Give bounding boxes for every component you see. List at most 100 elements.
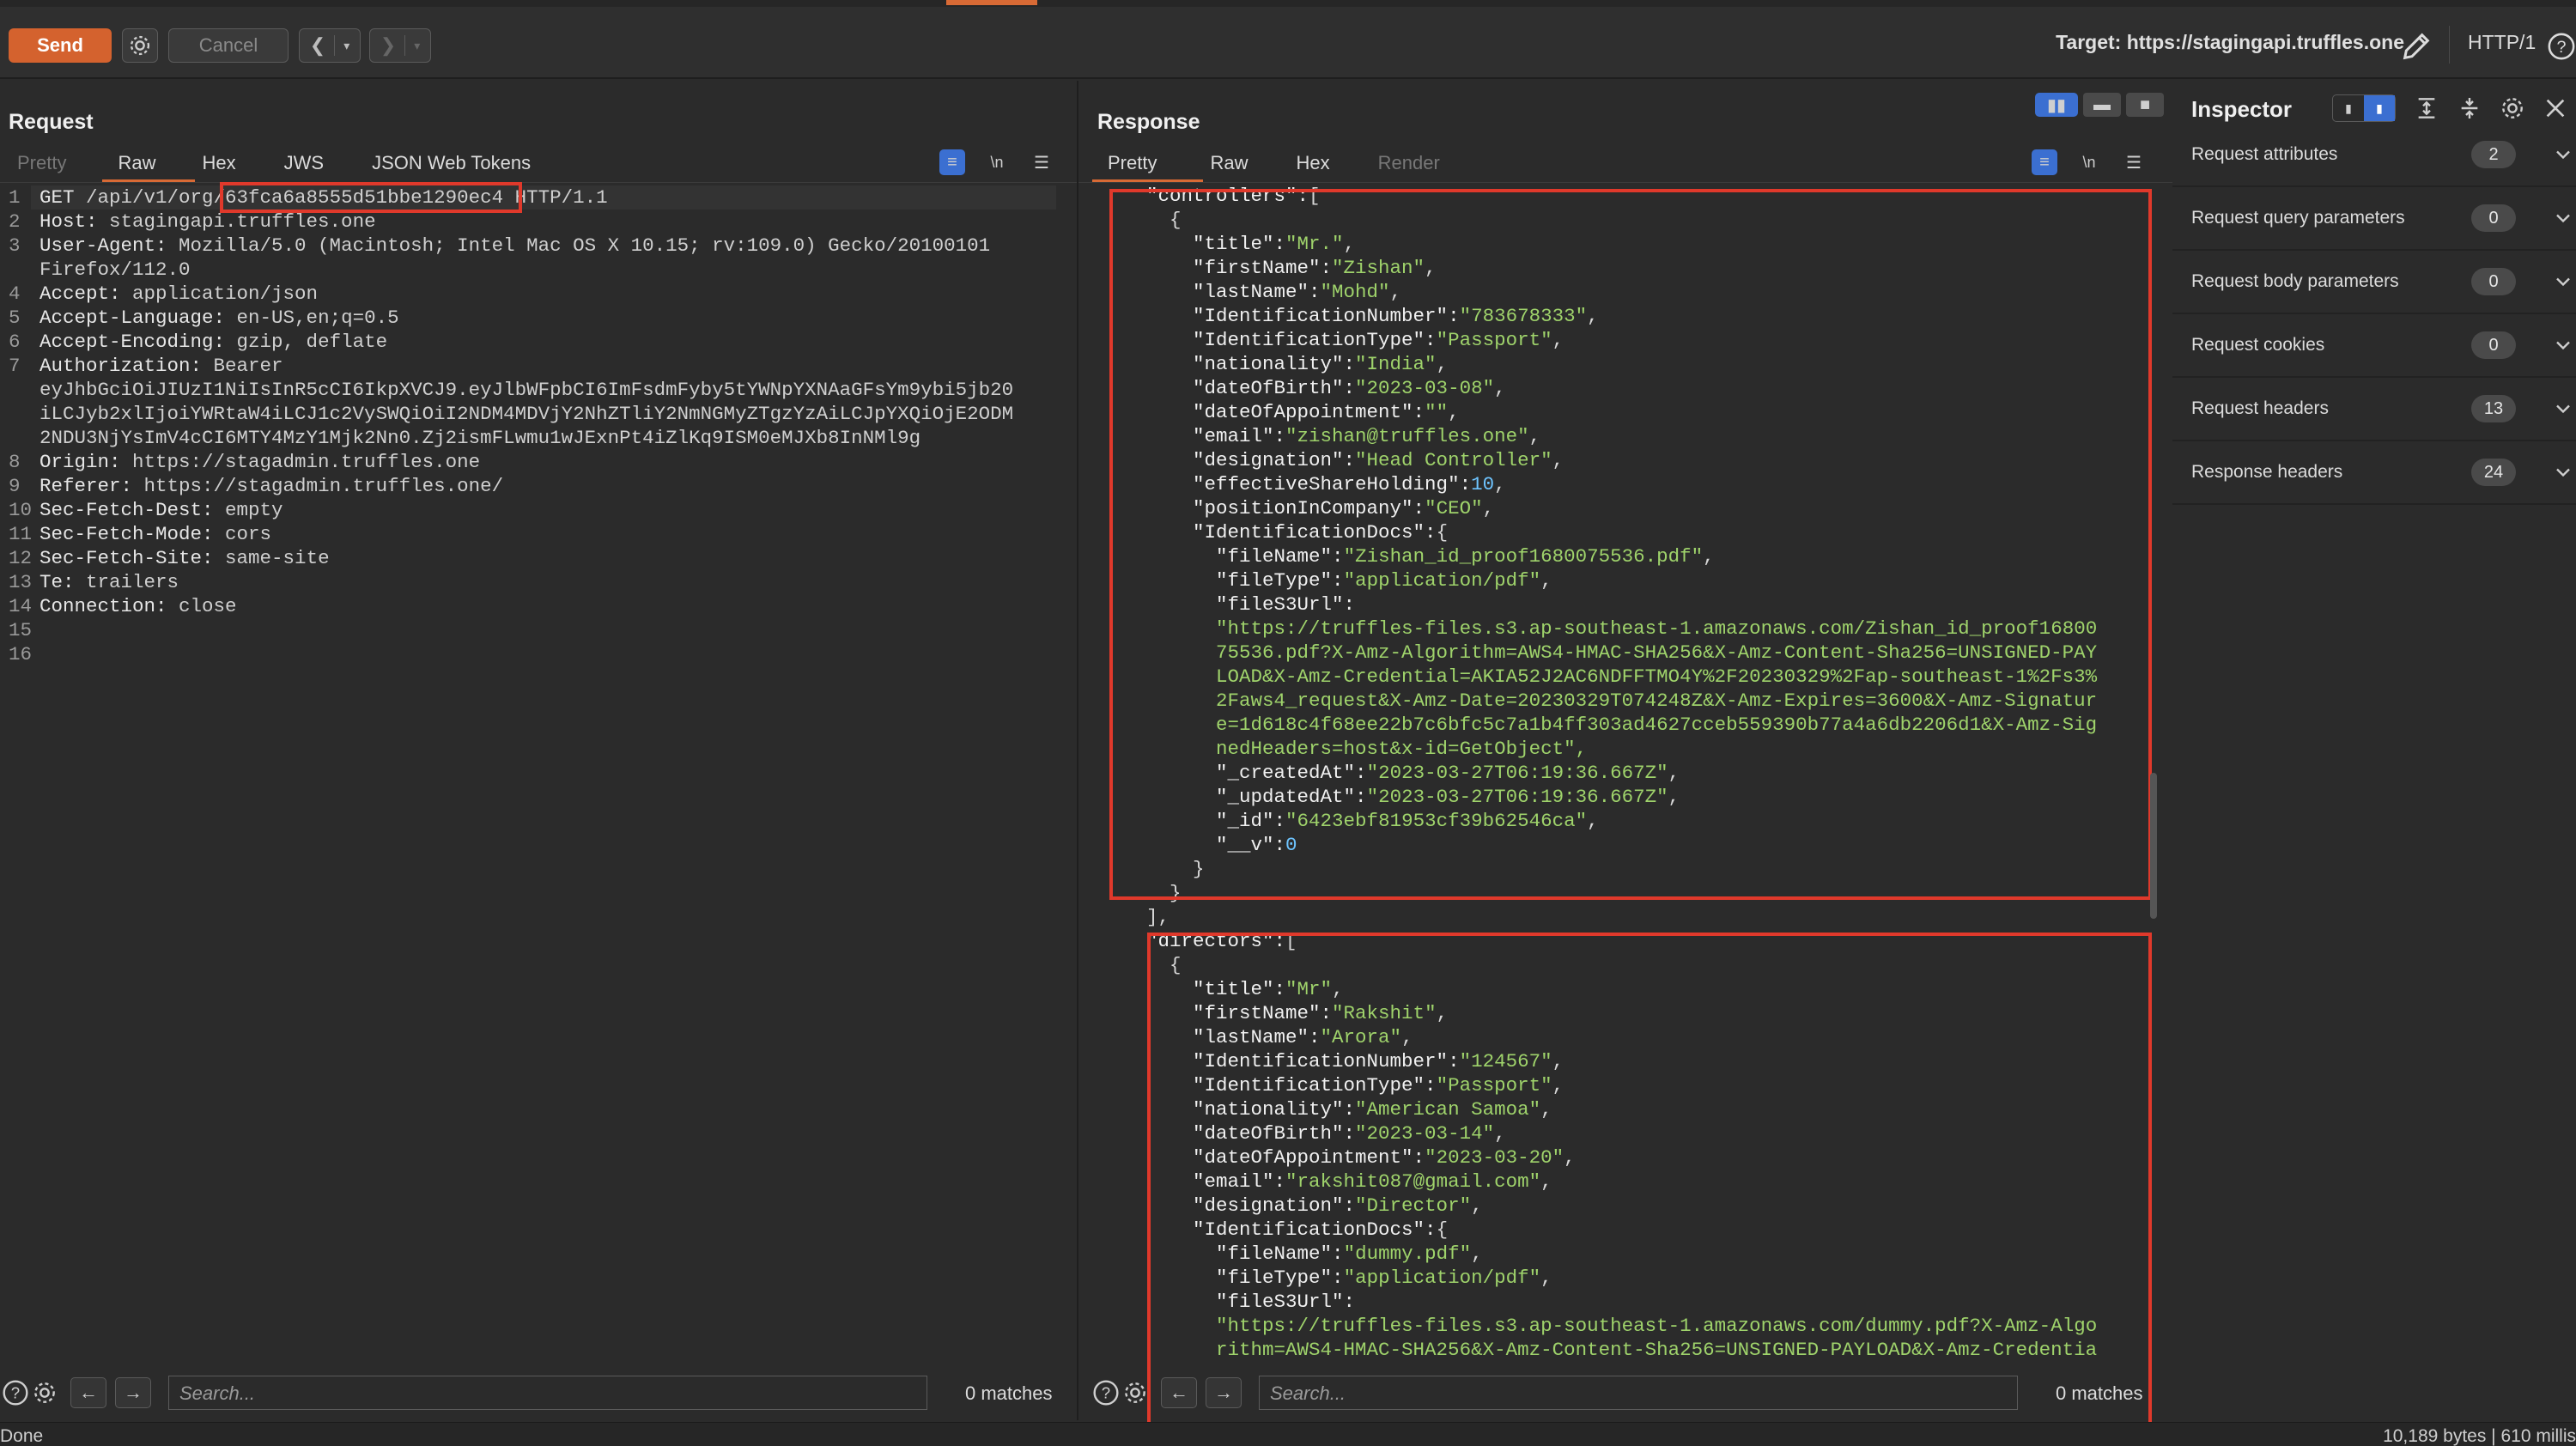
gear-icon[interactable] [1121,1379,1149,1407]
http-version[interactable]: HTTP/1 [2468,31,2536,54]
search-matches: 0 matches [965,1382,1053,1404]
line-number [9,402,39,426]
gear-icon [130,35,150,56]
help-icon[interactable]: ? [2547,29,2576,64]
inspector-section-request-query-parameters[interactable]: Request query parameters 0 [2172,187,2576,251]
tab-hex[interactable]: Hex [1296,151,1377,182]
request-line: 2 Host: stagingapi.truffles.one [9,210,1013,234]
request-editor[interactable]: 1 GET /api/v1/org/63fca6a8555d51bbe1290ec… [9,185,1013,666]
layout-right-icon[interactable]: ▮ [2364,95,2395,121]
section-label: Request attributes [2191,144,2338,164]
count-badge: 0 [2471,331,2516,359]
arrow-right-icon: → [1214,1382,1233,1403]
tab-json-web-tokens[interactable]: JSON Web Tokens [372,151,553,182]
inspector-section-request-cookies[interactable]: Request cookies 0 [2172,314,2576,378]
line-number: 10 [9,499,33,521]
target-url: Target: https://stagingapi.truffles.one [2056,31,2404,53]
inspector-section-request-body-parameters[interactable]: Request body parameters 0 [2172,251,2576,314]
tab-hex[interactable]: Hex [202,151,283,182]
request-line-text: Firefox/112.0 [39,258,191,281]
menu-icon[interactable]: ☰ [1029,149,1054,175]
gear-icon[interactable] [31,1379,58,1407]
chevron-down-icon[interactable] [2550,397,2576,421]
send-settings-button[interactable] [122,28,158,63]
chevron-down-icon[interactable] [2550,460,2576,484]
tab-raw[interactable]: Raw [102,151,202,182]
layout-left-icon[interactable]: ▮ [2333,95,2364,121]
chevron-right-icon: ❯ [380,34,397,56]
wrap-lines-icon[interactable]: ≡ [939,149,965,175]
tab-jws[interactable]: JWS [284,151,372,182]
arrow-right-icon: → [124,1382,143,1403]
response-scrollbar[interactable] [2150,773,2157,919]
request-line-text: 2NDU3NjYsImV4cCI6MTY4MzY1Mjk2Nn0.Zj2ismF… [39,427,921,449]
inspector-layout-toggle[interactable]: ▮ ▮ [2332,94,2396,122]
request-line: 8 Origin: https://stagadmin.truffles.one [9,450,1013,474]
edit-target-icon[interactable] [2399,29,2433,64]
inspector-section-request-attributes[interactable]: Request attributes 2 [2172,124,2576,187]
request-line-text: Referer: https://stagadmin.truffles.one/ [39,475,504,497]
inspector-section-request-headers[interactable]: Request headers 13 [2172,378,2576,441]
forward-button[interactable]: ❯ ▾ [369,28,431,63]
line-number: 3 [9,234,21,257]
request-line-text: Te: trailers [39,571,179,593]
chevron-down-icon[interactable] [2550,333,2576,357]
search-next-button[interactable]: → [115,1377,151,1408]
expand-all-icon[interactable] [2413,94,2440,122]
chevron-down-icon[interactable] [2550,143,2576,167]
newline-toggle-icon[interactable]: \n [984,149,1010,175]
search-previous-button[interactable]: ← [1161,1377,1197,1408]
request-line: 15 [9,618,1013,642]
request-line-text: iLCJyb2xlIjoiYWRtaW4iLCJ1c2VySWQiOiI2NDM… [39,403,1014,425]
chevron-down-icon[interactable] [2550,270,2576,294]
response-tabs: Pretty Raw Hex Render [1091,151,1462,182]
wrap-lines-icon[interactable]: ≡ [2032,149,2057,175]
arrow-left-icon: ← [1170,1382,1188,1403]
newline-toggle-icon[interactable]: \n [2076,149,2102,175]
tab-pretty[interactable]: Pretty [17,151,118,182]
search-input[interactable]: Search... [1259,1376,2018,1410]
chevron-down-icon[interactable] [2550,206,2576,230]
layout-stacked-icon[interactable]: ▬ [2083,93,2121,117]
gear-icon[interactable] [2499,94,2526,122]
request-line: iLCJyb2xlIjoiYWRtaW4iLCJ1c2VySWQiOiI2NDM… [9,402,1013,426]
request-title: Request [9,110,94,134]
line-number: 13 [9,571,33,593]
tab-render[interactable]: Render [1378,151,1462,182]
search-next-button[interactable]: → [1206,1377,1242,1408]
close-icon[interactable] [2542,94,2569,122]
request-tabs: Pretty Raw Hex JWS JSON Web Tokens [17,151,553,182]
menu-icon[interactable]: ☰ [2121,149,2147,175]
line-number: 16 [9,643,33,665]
dropdown-icon: ▾ [343,38,350,52]
search-input[interactable]: Search... [168,1376,927,1410]
request-line: 7 Authorization: Bearer [9,354,1013,378]
layout-tabs-icon[interactable]: ■ [2126,93,2164,117]
section-label: Response headers [2191,462,2343,482]
layout-side-by-side-icon[interactable]: ▮▮ [2035,93,2078,117]
search-previous-button[interactable]: ← [70,1377,106,1408]
collapse-all-icon[interactable] [2456,94,2483,122]
request-line: 6 Accept-Encoding: gzip, deflate [9,330,1013,354]
tab-raw[interactable]: Raw [1210,151,1296,182]
request-line: 3 User-Agent: Mozilla/5.0 (Macintosh; Int… [9,234,1013,258]
request-line: 14 Connection: close [9,594,1013,618]
response-pane: Response Pretty Raw Hex Render ▮▮ ▬ ■ ≡ … [1078,81,2172,1437]
controllers-highlight-box [1109,189,2152,900]
cancel-button[interactable]: Cancel [168,28,289,63]
request-line: 13 Te: trailers [9,570,1013,594]
help-icon[interactable]: ? [1092,1379,1120,1407]
line-number: 9 [9,475,21,497]
line-number [9,258,39,282]
help-icon[interactable]: ? [2,1379,29,1407]
send-button[interactable]: Send [9,28,112,63]
back-button[interactable]: ❮ ▾ [299,28,361,63]
inspector-section-response-headers[interactable]: Response headers 24 [2172,441,2576,505]
request-line: 10 Sec-Fetch-Dest: empty [9,498,1013,522]
tab-strip [0,0,2576,7]
tab-pretty[interactable]: Pretty [1091,151,1210,182]
line-number: 12 [9,547,33,569]
request-line-text: eyJhbGciOiJIUzI1NiIsInR5cCI6IkpXVCJ9.eyJ… [39,379,1014,401]
chevron-left-icon: ❮ [309,34,326,56]
request-line-text: Host: stagingapi.truffles.one [39,210,376,233]
